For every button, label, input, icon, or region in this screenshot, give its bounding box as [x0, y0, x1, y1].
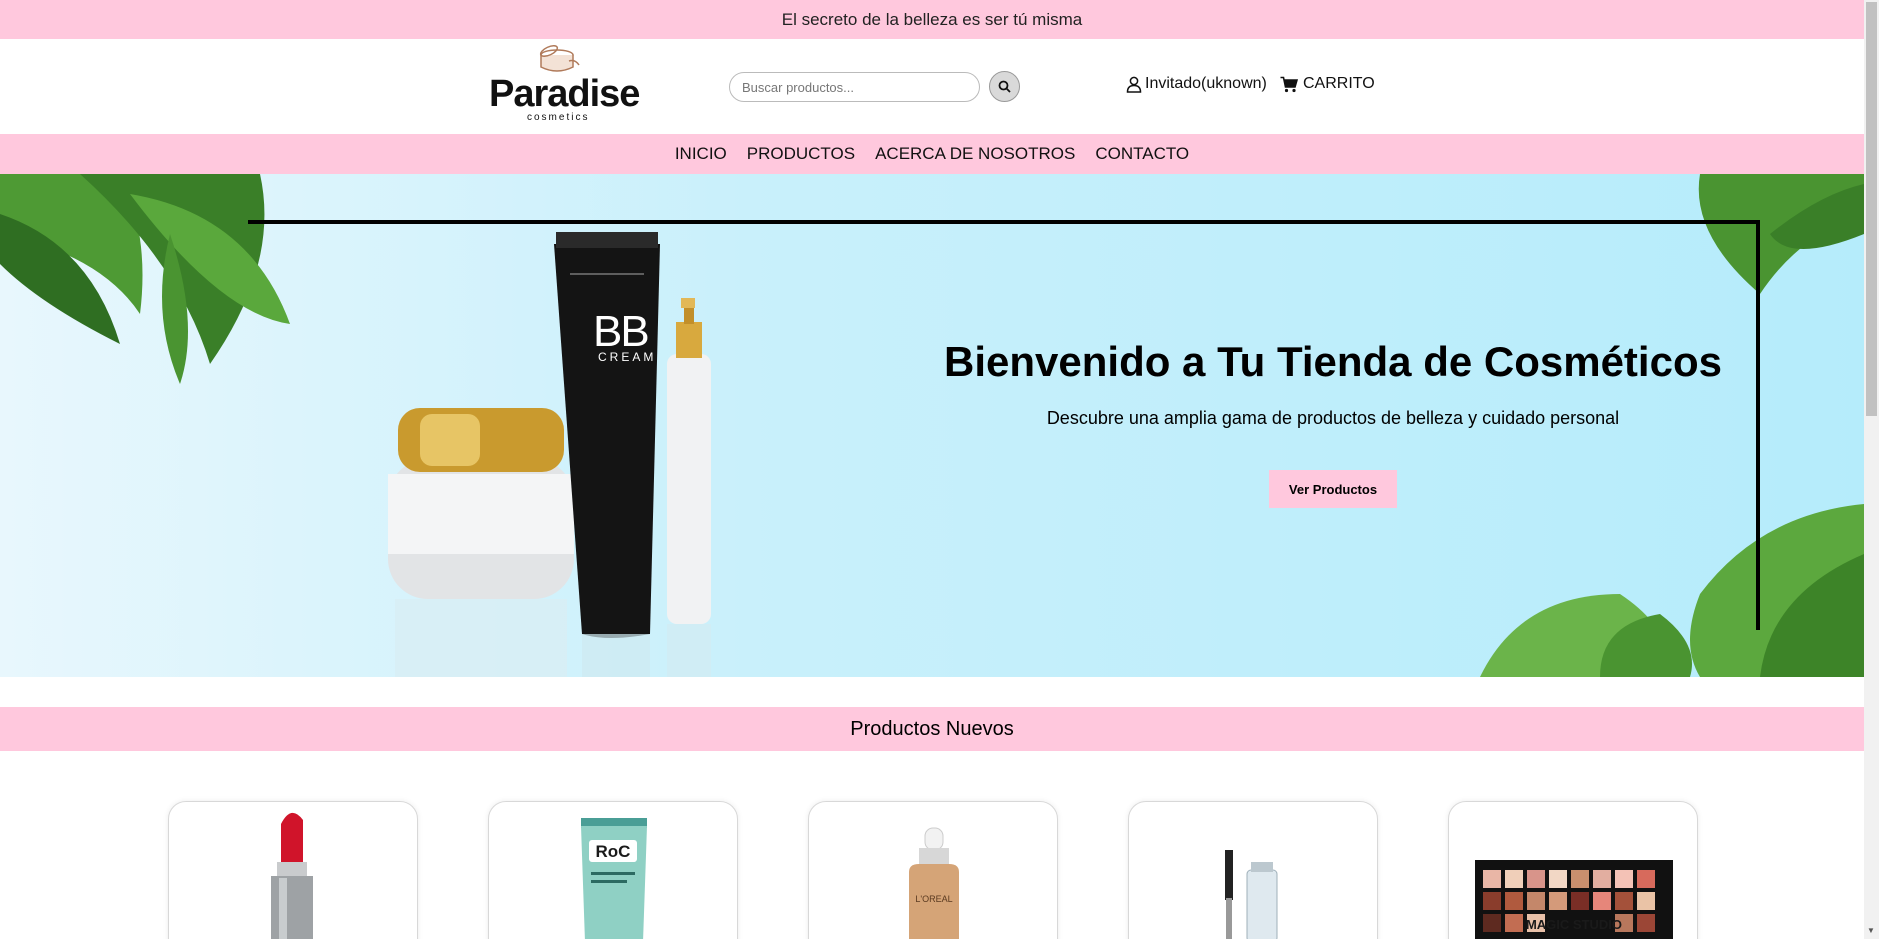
nav-item-inicio[interactable]: INICIO — [675, 144, 727, 164]
product-card[interactable] — [1128, 801, 1378, 939]
cart-link[interactable]: CARRITO — [1280, 75, 1375, 93]
monstera-leaves-right — [1480, 504, 1864, 677]
scroll-down-arrow-icon[interactable]: ▼ — [1867, 926, 1875, 935]
hero-title: Bienvenido a Tu Tienda de Cosméticos — [944, 338, 1722, 385]
logo-subtitle: cosmetics — [527, 112, 590, 123]
serum-brand-text: L'OREAL — [915, 894, 952, 904]
serum-bottle-image: L'OREAL — [909, 827, 959, 939]
lipstick-image — [271, 812, 313, 939]
hero-frame-right — [1756, 220, 1760, 630]
palm-leaves-left — [0, 174, 290, 384]
roc-cream-tube-image: RoC — [581, 818, 647, 939]
product-card[interactable]: RoC — [488, 801, 738, 939]
main-nav: INICIO PRODUCTOS ACERCA DE NOSOTROS CONT… — [0, 134, 1864, 174]
bb-cream-tube-image — [554, 232, 660, 677]
product-card[interactable] — [168, 801, 418, 939]
header: Paradise cosmetics Invitado(uknown) CARR… — [0, 39, 1864, 134]
logo[interactable]: Paradise cosmetics — [485, 45, 640, 125]
section-header: Productos Nuevos — [0, 707, 1864, 751]
hero-subtitle: Descubre una amplia gama de productos de… — [1046, 408, 1620, 428]
nav-item-contacto[interactable]: CONTACTO — [1095, 144, 1189, 164]
search-icon — [998, 80, 1011, 93]
cart-icon — [1280, 76, 1298, 92]
serum-bottle-image — [667, 298, 711, 677]
nav-item-productos[interactable]: PRODUCTOS — [747, 144, 855, 164]
cream-jar-image — [388, 408, 574, 677]
palette-brand-text: MAGIC STUDIO — [1526, 917, 1622, 932]
ver-productos-button[interactable]: Ver Productos — [1269, 470, 1397, 508]
eyeshadow-palette-image: MAGIC STUDIO — [1475, 860, 1673, 939]
mascara-image — [1225, 850, 1278, 939]
section-title: Productos Nuevos — [850, 717, 1014, 740]
product-card[interactable]: MAGIC STUDIO — [1448, 801, 1698, 939]
account-link[interactable]: Invitado(uknown) — [1126, 75, 1267, 93]
palm-leaves-right — [1698, 174, 1864, 294]
search-button[interactable] — [989, 71, 1020, 102]
page-scrollbar[interactable]: ▼ — [1864, 0, 1879, 939]
hero-banner: BB CREAM Bienvenido a Tu Tienda de Cosmé… — [0, 174, 1864, 677]
bb-cream-sublabel: CREAM — [598, 350, 657, 364]
hero-frame-top — [248, 220, 1760, 224]
cart-label: CARRITO — [1303, 75, 1375, 92]
account-label: Invitado(uknown) — [1145, 75, 1267, 92]
scrollbar-thumb[interactable] — [1866, 2, 1877, 416]
announcement-text: El secreto de la belleza es ser tú misma — [781, 9, 1083, 29]
nav-item-acerca[interactable]: ACERCA DE NOSOTROS — [875, 144, 1075, 164]
search-input[interactable] — [729, 72, 980, 102]
logo-wordmark: Paradise — [489, 73, 640, 115]
user-icon — [1126, 76, 1142, 93]
announcement-bar: El secreto de la belleza es ser tú misma — [0, 0, 1864, 39]
roc-brand-text: RoC — [596, 842, 631, 861]
product-card[interactable]: L'OREAL — [808, 801, 1058, 939]
